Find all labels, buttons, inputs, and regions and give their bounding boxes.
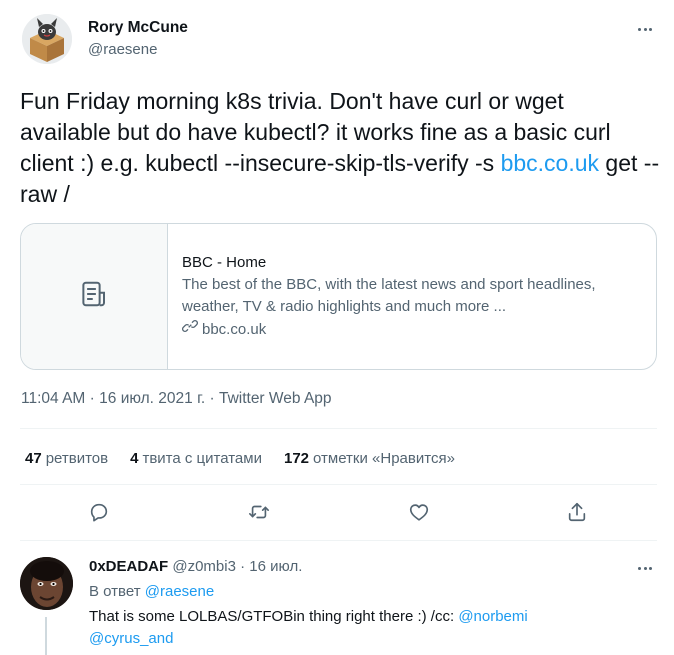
likes-label: отметки «Нравится»	[313, 450, 455, 467]
divider	[20, 540, 657, 541]
share-button[interactable]	[558, 495, 596, 533]
card-domain: bbc.co.uk	[202, 320, 267, 338]
meta-separator: ·	[89, 390, 95, 407]
like-button[interactable]	[400, 495, 438, 533]
tweet-meta: 11:04 AM · 16 июл. 2021 г. · Twitter Web…	[21, 390, 332, 408]
replying-to: В ответ @raesene	[89, 583, 214, 600]
reply-date[interactable]: 16 июл.	[249, 558, 302, 575]
mention-link[interactable]: @cyrus_and	[89, 630, 173, 647]
quotes-count: 4	[130, 450, 139, 467]
more-horizontal-icon[interactable]	[634, 557, 656, 579]
reply-header: 0xDEADAF @z0mbi3 · 16 июл.	[89, 558, 302, 575]
heart-icon	[408, 501, 430, 528]
meta-separator: ·	[209, 390, 215, 407]
article-icon	[79, 279, 109, 314]
quotes-label: твита с цитатами	[142, 450, 262, 467]
replying-to-handle[interactable]: @raesene	[145, 583, 214, 600]
link-preview-card[interactable]: BBC - Home The best of the BBC, with the…	[20, 223, 657, 370]
card-thumbnail	[21, 224, 168, 369]
thread-line	[45, 617, 47, 655]
replying-to-prefix: В ответ	[89, 583, 141, 600]
card-domain-row: bbc.co.uk	[182, 318, 642, 341]
mention-link[interactable]: @norbemi	[458, 608, 527, 625]
author-name[interactable]: Rory McCune	[88, 19, 188, 37]
divider	[20, 484, 657, 485]
retweet-icon	[247, 501, 271, 528]
author-handle[interactable]: @raesene	[88, 41, 157, 58]
reply-text-main: That is some LOLBAS/GTFOBin thing right …	[89, 608, 459, 625]
likes-count: 172	[283, 450, 310, 467]
divider	[20, 428, 657, 429]
card-description: The best of the BBC, with the latest new…	[182, 276, 596, 315]
more-horizontal-icon[interactable]	[634, 18, 656, 40]
reply-separator: ·	[240, 558, 246, 575]
reply-author-avatar[interactable]	[20, 557, 73, 610]
likes-stat[interactable]: 172 отметки «Нравится»	[284, 450, 455, 467]
tweet-source[interactable]: Twitter Web App	[219, 390, 332, 407]
tweet-stats: 47 ретвитов 4 твита с цитатами 172 отмет…	[25, 450, 477, 467]
reply-author-handle[interactable]: @z0mbi3	[172, 558, 236, 575]
tweet-text: Fun Friday morning k8s trivia. Don't hav…	[20, 86, 660, 210]
reply-icon	[88, 501, 110, 528]
quotes-stat[interactable]: 4 твита с цитатами	[130, 450, 262, 467]
retweets-stat[interactable]: 47 ретвитов	[25, 450, 108, 467]
reply-button[interactable]	[80, 495, 118, 533]
author-avatar[interactable]	[22, 14, 72, 64]
retweets-count: 47	[25, 450, 42, 467]
tweet-date[interactable]: 16 июл. 2021 г.	[99, 390, 205, 407]
share-icon	[566, 501, 588, 528]
retweets-label: ретвитов	[45, 450, 109, 467]
reply-author-name[interactable]: 0xDEADAF	[89, 558, 168, 575]
card-title: BBC - Home	[182, 254, 267, 271]
link-icon	[182, 318, 198, 341]
tweet-link[interactable]: bbc.co.uk	[501, 150, 599, 176]
card-body: BBC - Home The best of the BBC, with the…	[182, 252, 642, 341]
tweet-time[interactable]: 11:04 AM	[21, 390, 85, 407]
retweet-button[interactable]	[240, 495, 278, 533]
reply-text: That is some LOLBAS/GTFOBin thing right …	[89, 606, 629, 650]
